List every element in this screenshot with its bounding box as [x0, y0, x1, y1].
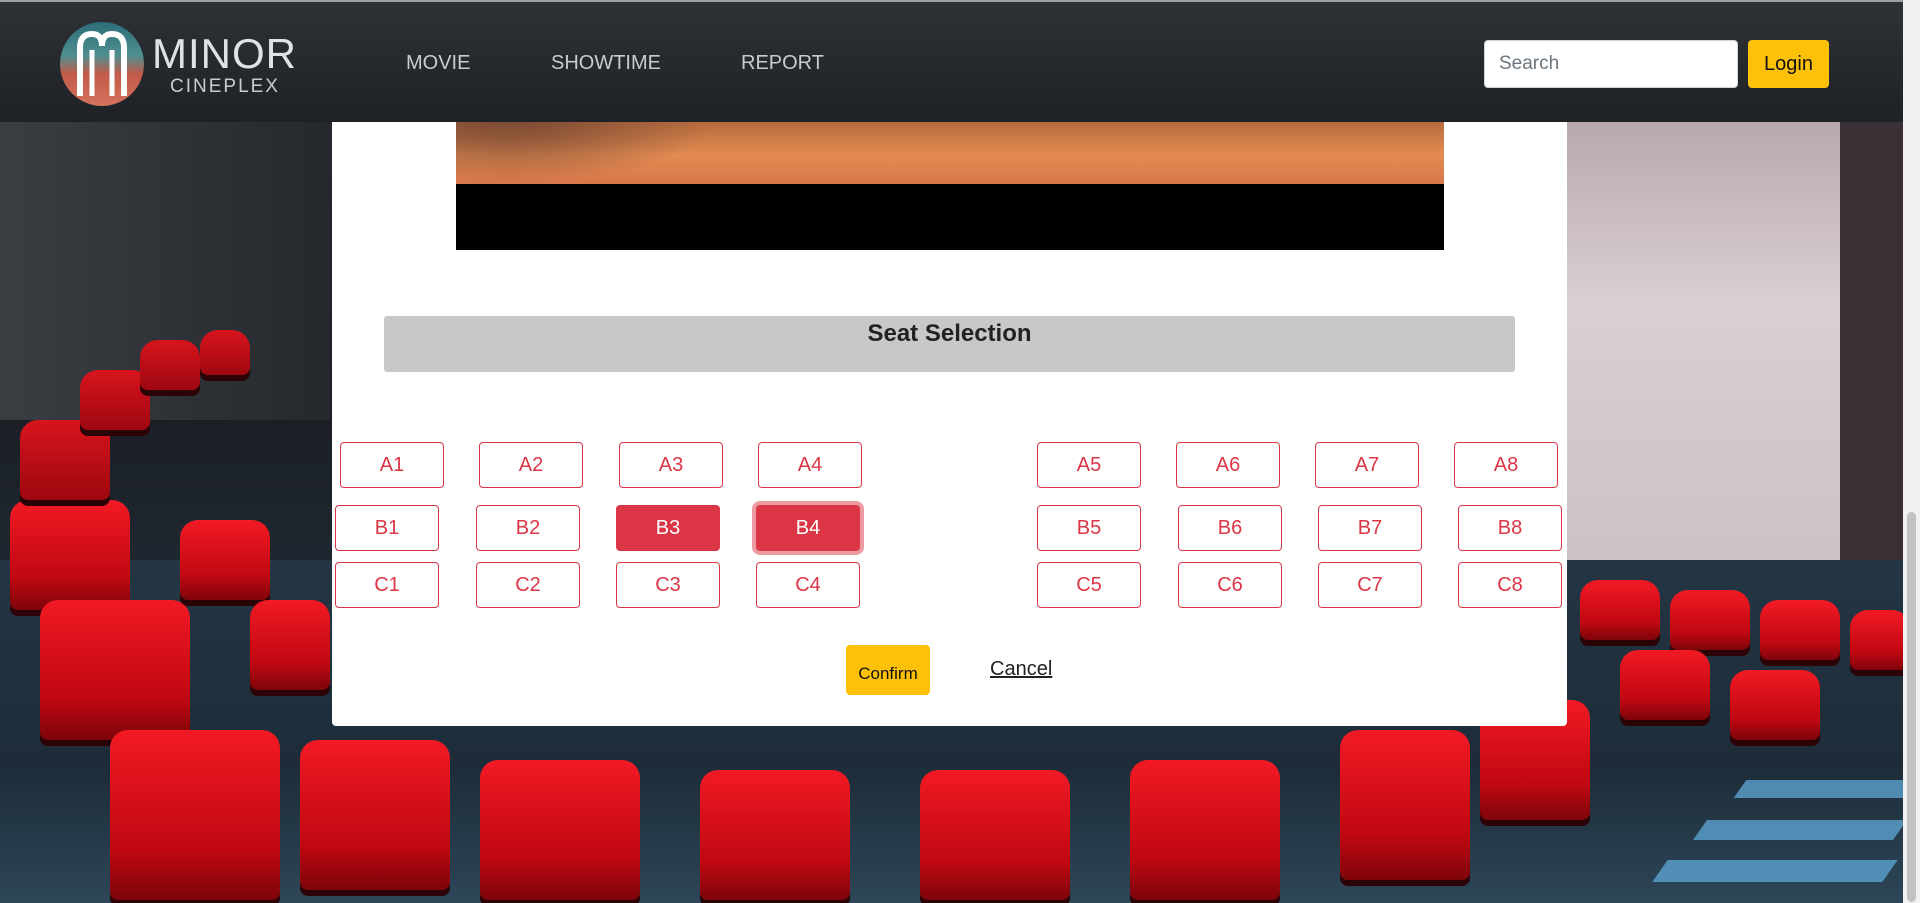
seat-b5-button[interactable]: B5 — [1037, 505, 1141, 551]
seat-c3-button[interactable]: C3 — [616, 562, 720, 608]
confirm-button[interactable]: Confirm — [846, 645, 930, 695]
seat-a4-button[interactable]: A4 — [758, 442, 862, 488]
seat-b3-button[interactable]: B3 — [616, 505, 720, 551]
brand-logo[interactable]: MINOR CINEPLEX — [60, 22, 296, 106]
top-navbar: MINOR CINEPLEX MOVIE SHOWTIME REPORT Log… — [0, 0, 1920, 122]
cancel-link[interactable]: Cancel — [990, 658, 1052, 681]
movie-poster-image — [456, 120, 1444, 250]
seat-a2-button[interactable]: A2 — [479, 442, 583, 488]
seat-selection-title: Seat Selection — [384, 316, 1515, 372]
seat-a5-button[interactable]: A5 — [1037, 442, 1141, 488]
seat-b2-button[interactable]: B2 — [476, 505, 580, 551]
seat-c5-button[interactable]: C5 — [1037, 562, 1141, 608]
minor-cineplex-logo-icon — [60, 22, 144, 106]
page-scrollbar[interactable] — [1903, 0, 1920, 903]
seat-c6-button[interactable]: C6 — [1178, 562, 1282, 608]
nav-link-movie[interactable]: MOVIE — [406, 52, 470, 75]
seat-b1-button[interactable]: B1 — [335, 505, 439, 551]
seat-a7-button[interactable]: A7 — [1315, 442, 1419, 488]
seat-a1-button[interactable]: A1 — [340, 442, 444, 488]
nav-link-showtime[interactable]: SHOWTIME — [551, 52, 661, 75]
seat-a8-button[interactable]: A8 — [1454, 442, 1558, 488]
booking-panel: Seat Selection A1 A2 A3 A4 A5 A6 A7 A8 B… — [332, 120, 1567, 726]
seat-b8-button[interactable]: B8 — [1458, 505, 1562, 551]
search-input[interactable] — [1484, 40, 1738, 88]
seat-c7-button[interactable]: C7 — [1318, 562, 1422, 608]
seat-c1-button[interactable]: C1 — [335, 562, 439, 608]
seat-b4-button[interactable]: B4 — [756, 505, 860, 551]
brand-name-minor: MINOR — [152, 30, 297, 77]
scrollbar-thumb[interactable] — [1907, 512, 1916, 902]
nav-link-report[interactable]: REPORT — [741, 52, 824, 75]
seat-a3-button[interactable]: A3 — [619, 442, 723, 488]
login-button[interactable]: Login — [1748, 40, 1829, 88]
seat-c2-button[interactable]: C2 — [476, 562, 580, 608]
brand-name-cineplex: CINEPLEX — [170, 76, 280, 97]
seat-b6-button[interactable]: B6 — [1178, 505, 1282, 551]
seat-b7-button[interactable]: B7 — [1318, 505, 1422, 551]
seat-c4-button[interactable]: C4 — [756, 562, 860, 608]
seat-a6-button[interactable]: A6 — [1176, 442, 1280, 488]
seat-c8-button[interactable]: C8 — [1458, 562, 1562, 608]
